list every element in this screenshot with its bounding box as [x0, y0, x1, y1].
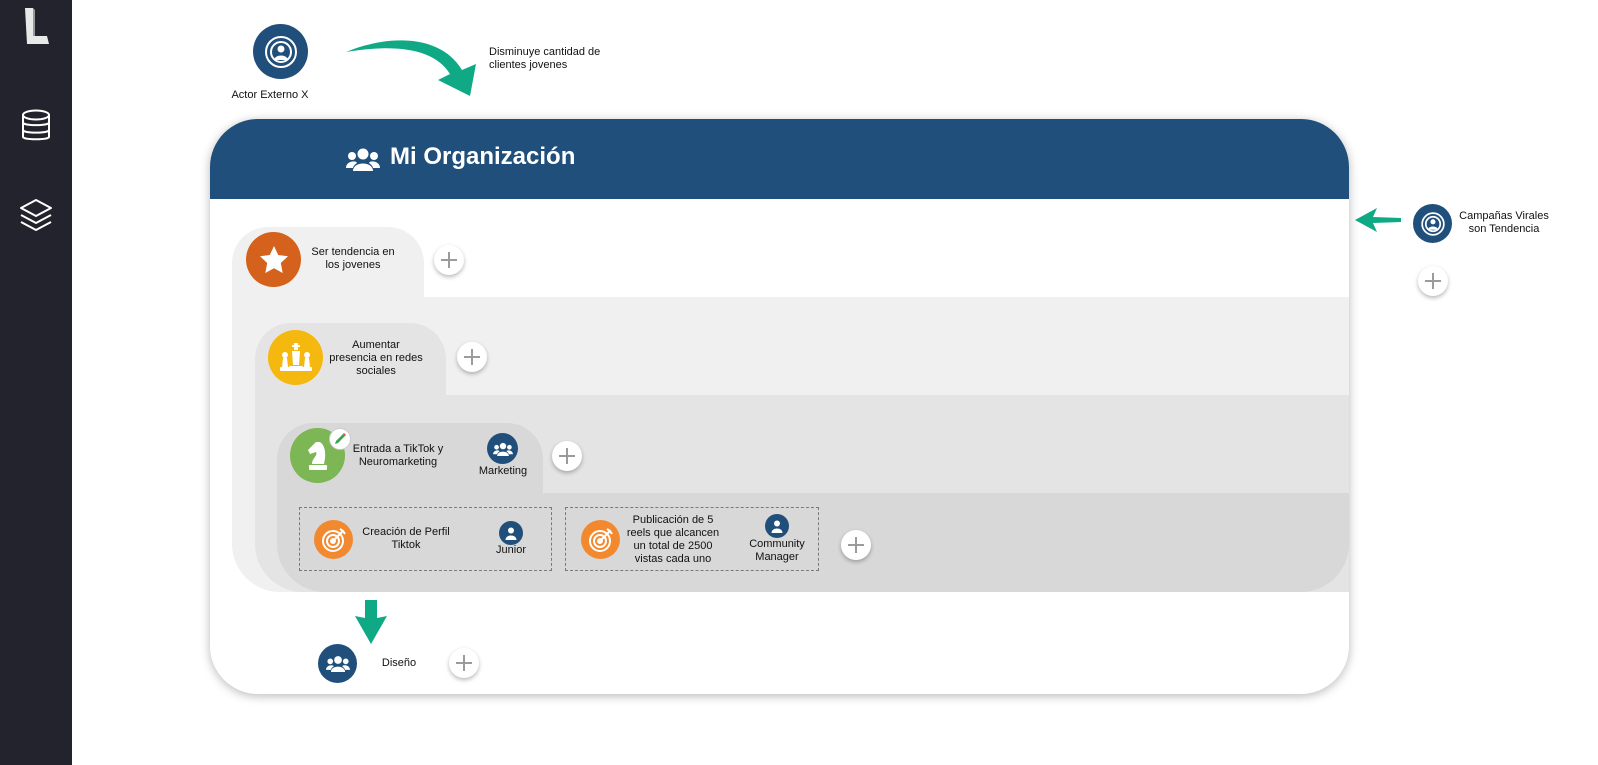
strategy-label: Entrada a TikTok y Neuromarketing — [352, 443, 444, 468]
users-icon — [346, 148, 380, 171]
star-icon[interactable] — [246, 232, 301, 287]
plus-icon — [456, 655, 472, 671]
tactic-label: Creación de Perfil Tiktok — [362, 526, 450, 551]
plus-icon — [441, 252, 457, 268]
database-icon[interactable] — [18, 108, 54, 144]
external-actor-label: Actor Externo X — [231, 89, 309, 101]
users-icon — [487, 433, 518, 464]
broadcast-person-icon[interactable] — [253, 24, 308, 79]
person-icon — [499, 521, 523, 545]
influence-arrow — [1355, 208, 1401, 232]
organization-title: Mi Organización — [390, 143, 576, 170]
add-sub-area-button[interactable] — [449, 648, 479, 678]
add-strategy-button[interactable] — [457, 342, 487, 372]
add-objective-button[interactable] — [434, 245, 464, 275]
external-effect-label: Disminuye cantidad de clientes jovenes — [489, 46, 601, 71]
sidebar — [0, 0, 72, 765]
external-actor-right-label: Campañas Virales son Tendencia — [1459, 210, 1549, 235]
add-tactic-button[interactable] — [552, 441, 582, 471]
plus-icon — [559, 448, 575, 464]
tactic-label: Publicación de 5 reels que alcancen un t… — [626, 514, 720, 565]
target-icon — [581, 520, 620, 559]
tactic-owner: Community Manager — [749, 538, 805, 563]
layers-icon[interactable] — [18, 198, 54, 234]
logo-icon[interactable] — [18, 8, 54, 44]
add-external-button[interactable] — [1418, 266, 1448, 296]
edit-pencil-icon[interactable] — [329, 428, 351, 450]
target-icon — [314, 520, 353, 559]
plus-icon — [464, 349, 480, 365]
broadcast-person-icon[interactable] — [1413, 204, 1452, 243]
effect-arrow — [346, 40, 476, 96]
sub-area-arrow — [355, 600, 387, 644]
plus-icon — [1425, 273, 1441, 289]
add-tactic-item-button[interactable] — [841, 530, 871, 560]
organization-header: Mi Organización — [210, 119, 1349, 199]
sub-area-label: Diseño — [381, 657, 417, 669]
purpose-label: Ser tendencia en los jovenes — [311, 246, 395, 271]
tactic-owner: Junior — [496, 544, 526, 556]
strategy-owner: Marketing — [478, 465, 528, 477]
objective-label: Aumentar presencia en redes sociales — [329, 339, 423, 377]
person-icon — [765, 514, 789, 538]
chess-pieces-icon[interactable] — [268, 330, 323, 385]
users-icon[interactable] — [318, 644, 357, 683]
plus-icon — [848, 537, 864, 553]
